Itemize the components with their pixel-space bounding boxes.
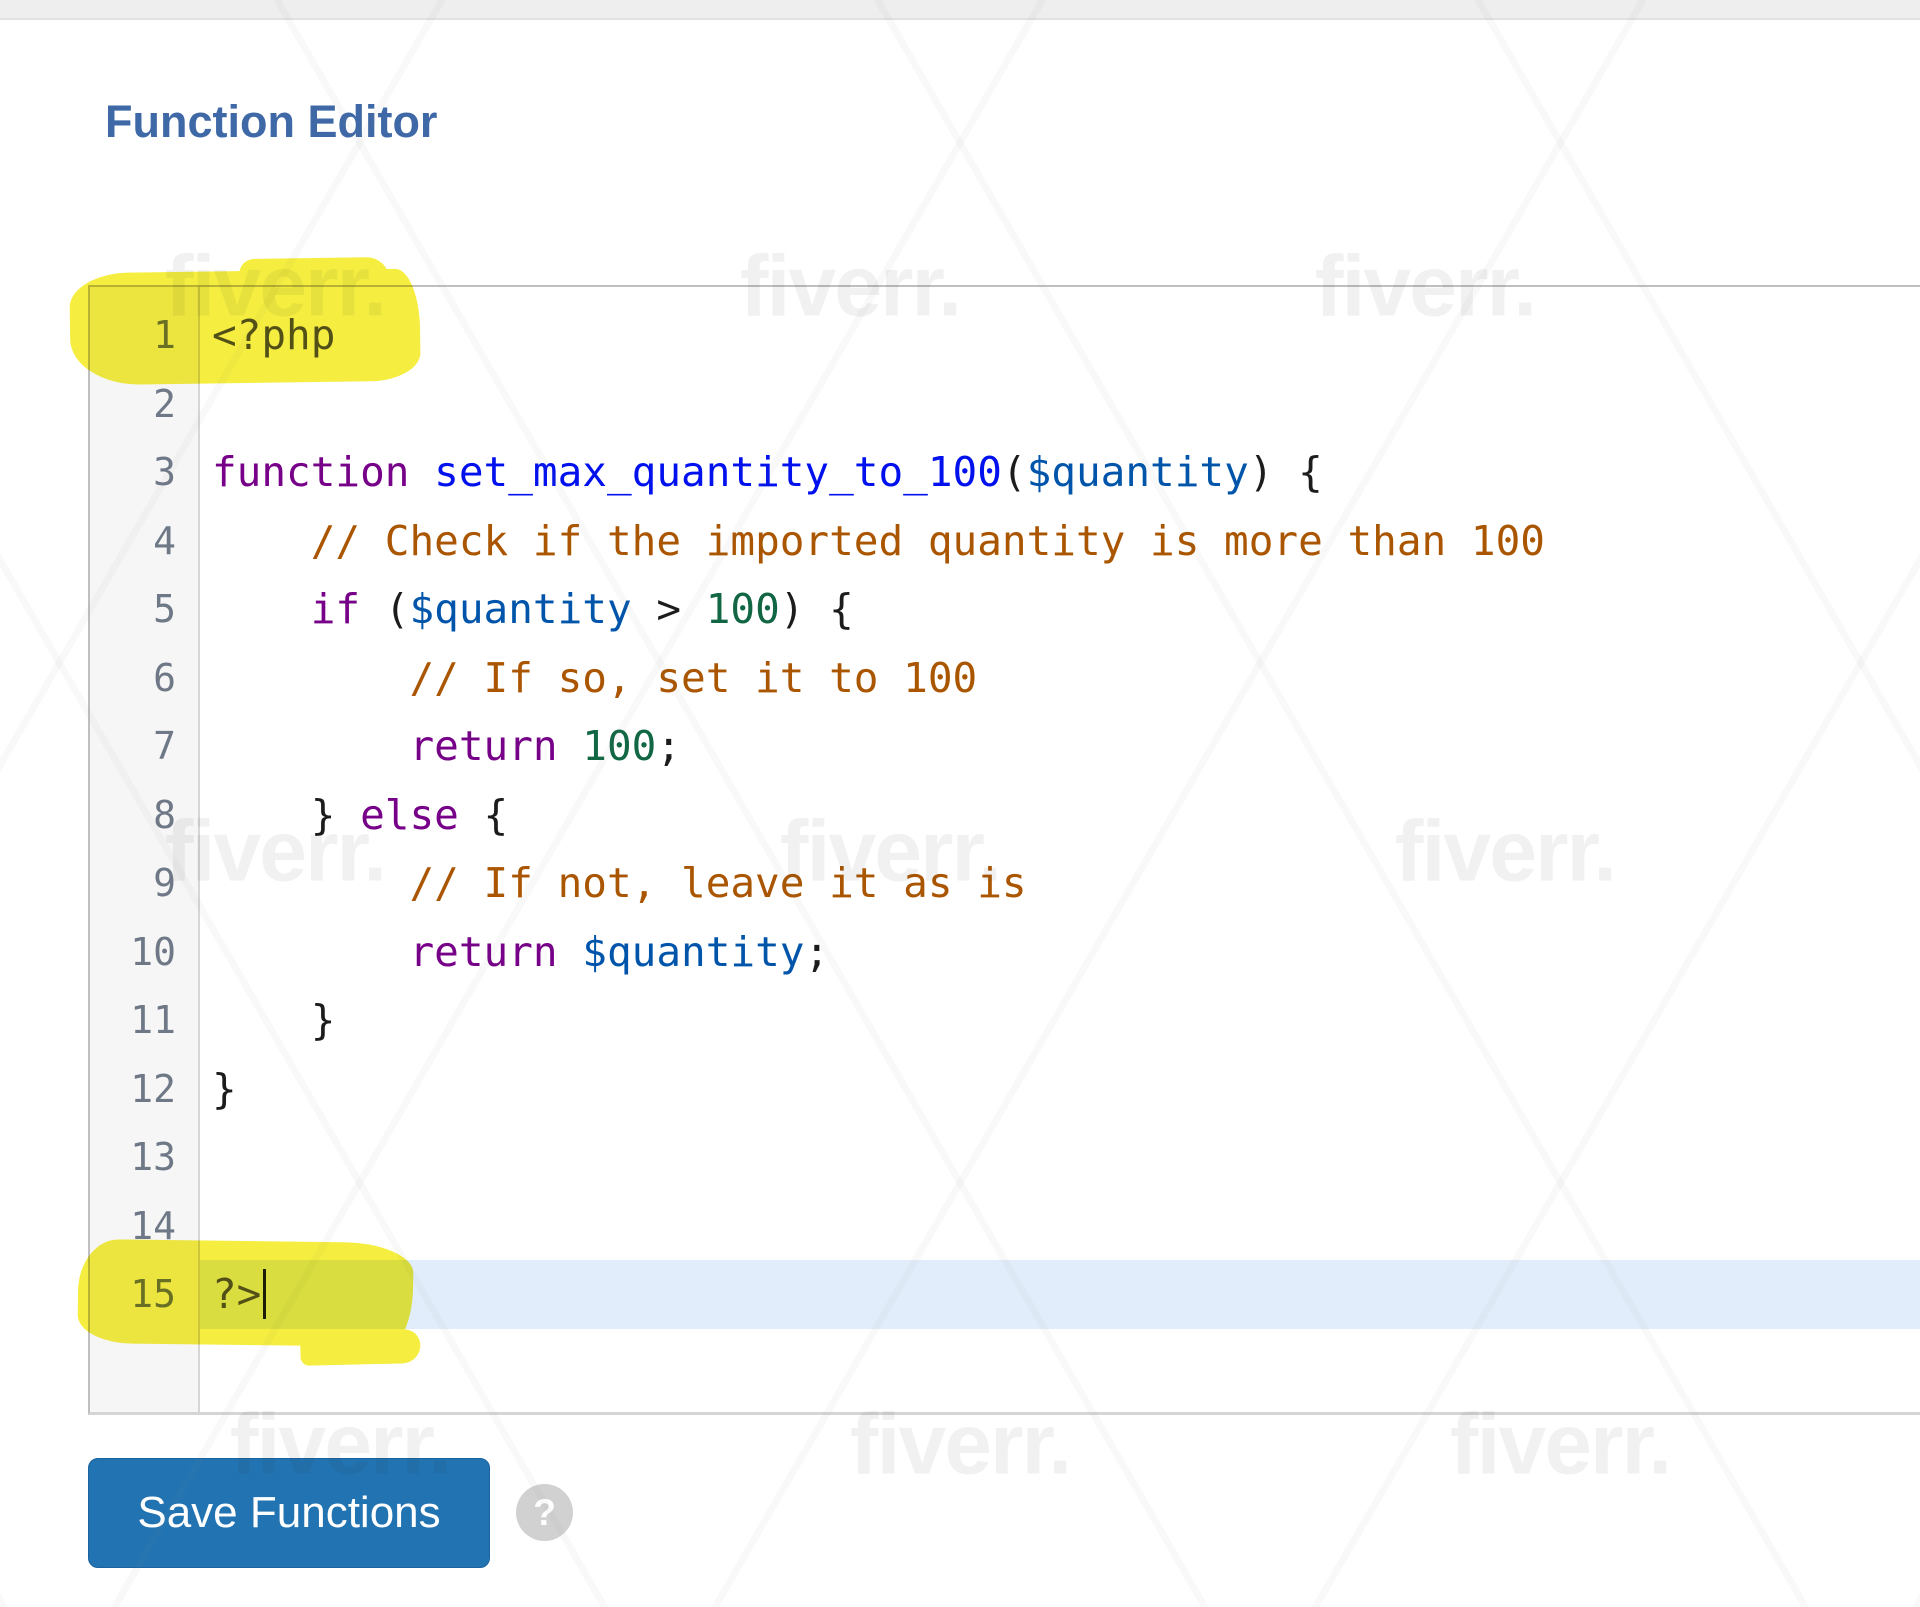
line-number: 6 <box>153 655 176 700</box>
text-cursor <box>263 1269 267 1319</box>
line-number: 1 <box>153 313 176 357</box>
line-number: 8 <box>153 792 176 837</box>
code-token: ) { <box>1248 448 1323 496</box>
line-number: 11 <box>130 998 176 1042</box>
code-token: ?> <box>212 1270 262 1318</box>
code-token: else <box>360 790 459 839</box>
code-line[interactable] <box>200 1123 1920 1192</box>
line-number: 3 <box>153 450 176 494</box>
code-token: function <box>212 448 410 496</box>
line-number: 2 <box>153 381 176 426</box>
code-line[interactable] <box>200 370 1920 439</box>
code-token: } <box>212 790 361 839</box>
code-line[interactable]: } else { <box>200 781 1920 850</box>
code-token: } <box>212 996 336 1044</box>
code-line[interactable]: function set_max_quantity_to_100($quanti… <box>200 438 1920 507</box>
line-number: 15 <box>130 1272 176 1316</box>
code-token: { <box>458 790 509 839</box>
line-number: 5 <box>153 587 176 631</box>
code-line[interactable]: // Check if the imported quantity is mor… <box>200 507 1920 576</box>
line-number-gutter: 1 2 3 4 5 6 7 8 9 10 11 12 13 14 15 <box>90 287 200 1412</box>
line-number: 13 <box>130 1135 176 1179</box>
line-number: 9 <box>153 861 176 905</box>
code-token: if <box>310 585 361 633</box>
line-number: 4 <box>153 518 176 563</box>
line-number: 7 <box>153 724 176 768</box>
code-line[interactable]: } <box>200 1055 1920 1124</box>
code-token: $quantity <box>1026 448 1249 496</box>
code-line[interactable]: // If not, leave it as is <box>200 849 1920 918</box>
code-line[interactable]: ?> <box>200 1260 1920 1329</box>
code-token: $quantity <box>409 585 632 633</box>
code-token: ( <box>360 585 410 633</box>
line-number: 10 <box>130 929 176 974</box>
line-number: 12 <box>130 1066 176 1111</box>
code-token: 100 <box>582 722 657 770</box>
code-token: ; <box>804 927 830 976</box>
code-line[interactable]: return 100; <box>200 712 1920 781</box>
page-title: Function Editor <box>105 96 438 147</box>
code-token: set_max_quantity_to_100 <box>434 448 1002 496</box>
code-token: // Check if the imported quantity is mor… <box>310 516 1545 565</box>
code-token: // If so, set it to 100 <box>409 653 978 702</box>
code-token: return <box>409 927 558 976</box>
save-functions-button[interactable]: Save Functions <box>88 1458 490 1568</box>
code-line[interactable]: // If so, set it to 100 <box>200 644 1920 713</box>
code-token: 100 <box>705 585 780 633</box>
code-line[interactable]: } <box>200 986 1920 1055</box>
code-token: // If not, leave it as is <box>409 859 1027 907</box>
code-token: $quantity <box>582 927 805 976</box>
code-line[interactable]: if ($quantity > 100) { <box>200 575 1920 644</box>
code-token: ; <box>656 722 682 770</box>
browser-edge-strip <box>0 0 1920 20</box>
code-token: } <box>212 1064 237 1113</box>
help-icon[interactable]: ? <box>516 1484 573 1541</box>
code-editor[interactable]: 1 2 3 4 5 6 7 8 9 10 11 12 13 14 15 <?php function set_… <box>88 285 1920 1415</box>
line-number: 14 <box>130 1203 176 1248</box>
code-line[interactable]: <?php <box>200 301 1920 370</box>
code-token: <?php <box>212 311 336 359</box>
function-editor-page: Function Editor 1 2 3 4 5 6 7 8 9 10 11 12 13 14 15 <?… <box>0 0 1920 1607</box>
code-line[interactable]: return $quantity; <box>200 918 1920 987</box>
code-line[interactable] <box>200 1192 1920 1261</box>
code-token: return <box>409 722 558 770</box>
code-token: ( <box>1001 448 1027 496</box>
code-token: > <box>631 585 706 633</box>
code-area[interactable]: <?php function set_max_quantity_to_100($q… <box>200 287 1920 1412</box>
code-token: ) { <box>779 585 854 633</box>
